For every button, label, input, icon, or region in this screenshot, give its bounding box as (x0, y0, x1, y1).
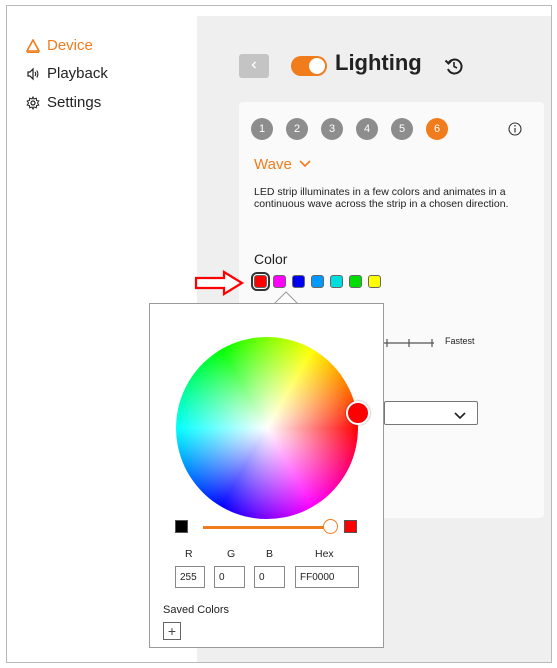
color-wheel[interactable] (176, 337, 358, 519)
effect-select[interactable]: Wave (254, 156, 312, 173)
speed-max-label: Fastest (445, 336, 475, 346)
color-swatch[interactable] (349, 275, 362, 288)
plus-icon: + (167, 623, 177, 639)
brightness-min-swatch (175, 520, 188, 533)
g-label: G (227, 548, 236, 560)
color-swatch[interactable] (368, 275, 381, 288)
info-icon[interactable] (507, 121, 523, 137)
speed-slider[interactable] (384, 338, 434, 348)
step-2[interactable]: 2 (286, 118, 308, 140)
back-button[interactable] (239, 54, 269, 78)
device-triangle-icon (26, 38, 40, 53)
step-4[interactable]: 4 (356, 118, 378, 140)
r-label: R (185, 548, 193, 560)
sidebar-item-label: Device (47, 37, 93, 54)
effect-label: Wave (254, 156, 292, 173)
hex-label: Hex (315, 548, 334, 560)
sidebar-item-label: Playback (47, 65, 108, 82)
sidebar-item-label: Settings (47, 94, 102, 111)
color-swatch[interactable] (273, 275, 286, 288)
color-picker-popup: R G B Hex Saved Colors + (149, 303, 384, 648)
step-6[interactable]: 6 (426, 118, 448, 140)
saved-colors-label: Saved Colors (163, 604, 230, 616)
app-window: Device Playback Settings Lighting 1 2 3 … (6, 5, 552, 663)
add-saved-color-button[interactable]: + (163, 622, 181, 640)
gear-icon (26, 95, 40, 110)
chevron-left-icon (249, 57, 259, 75)
sidebar-item-settings[interactable]: Settings (26, 94, 101, 111)
effect-steps: 1 2 3 4 5 6 (251, 118, 448, 140)
direction-dropdown[interactable] (384, 401, 478, 425)
speaker-icon (26, 67, 40, 81)
b-label: B (266, 548, 274, 560)
brightness-slider-knob[interactable] (323, 519, 338, 534)
b-input[interactable] (254, 566, 285, 588)
color-swatch[interactable] (311, 275, 324, 288)
sidebar-item-device[interactable]: Device (26, 37, 93, 54)
chevron-down-icon (298, 156, 312, 173)
lighting-toggle[interactable] (291, 56, 327, 76)
brightness-max-swatch (344, 520, 357, 533)
toggle-knob (309, 58, 325, 74)
annotation-arrow-icon (194, 270, 245, 296)
r-input[interactable] (175, 566, 205, 588)
g-input[interactable] (214, 566, 245, 588)
effect-description: LED strip illuminates in a few colors an… (254, 186, 509, 210)
brightness-slider[interactable] (203, 526, 327, 529)
color-swatch[interactable] (292, 275, 305, 288)
color-swatch[interactable] (251, 272, 270, 291)
hex-input[interactable] (295, 566, 359, 588)
chevron-down-icon (453, 408, 467, 426)
page-title: Lighting (335, 50, 422, 75)
sidebar-item-playback[interactable]: Playback (26, 65, 108, 82)
brightness-control (175, 518, 365, 534)
color-wheel-handle[interactable] (346, 401, 370, 425)
step-5[interactable]: 5 (391, 118, 413, 140)
color-swatch[interactable] (330, 275, 343, 288)
color-swatches (251, 272, 381, 291)
color-label: Color (254, 251, 288, 267)
reset-icon[interactable] (443, 55, 465, 77)
step-1[interactable]: 1 (251, 118, 273, 140)
step-3[interactable]: 3 (321, 118, 343, 140)
